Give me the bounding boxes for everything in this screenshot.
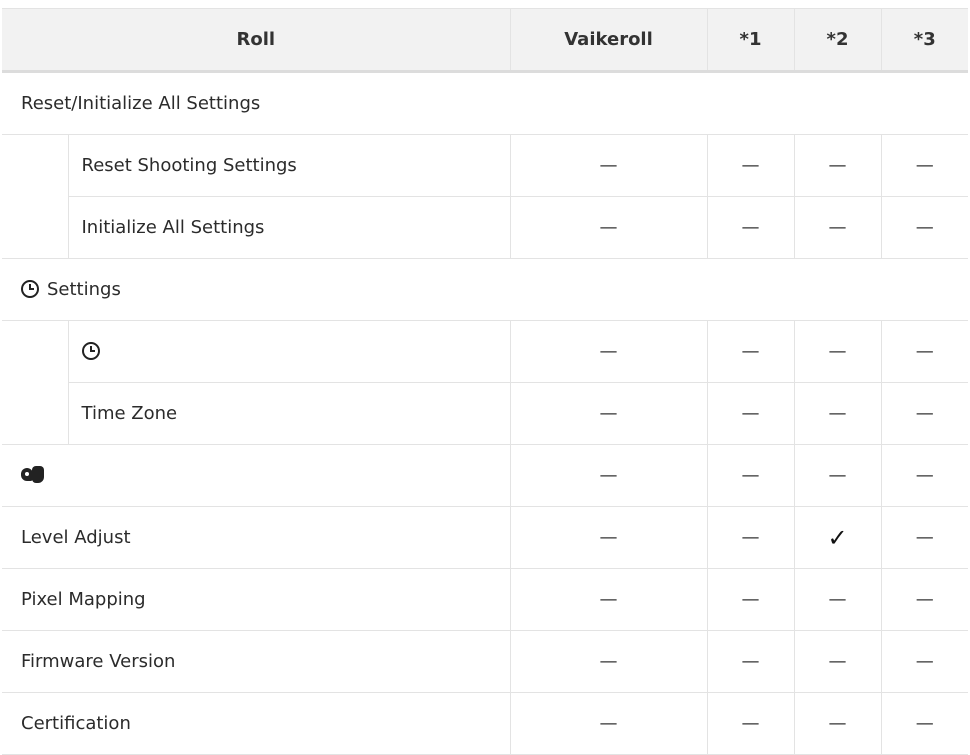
cell-col3: — (880, 320, 969, 383)
indent-cell (2, 135, 68, 197)
cell-col1: — (706, 444, 795, 507)
table-row: Time Zone — — — — (2, 382, 969, 445)
header-col1: *1 (706, 8, 795, 73)
cell-col2: — (793, 320, 882, 383)
clock-icon (81, 342, 100, 360)
section-row-clock: Settings (2, 258, 969, 321)
cell-vaikeroll: — (509, 320, 708, 383)
table-header-row: Roll Vaikeroll *1 *2 *3 (2, 8, 969, 73)
cell-col3: — (880, 506, 969, 569)
cell-col2: — (793, 134, 882, 197)
cell-vaikeroll: — (509, 568, 708, 631)
cell-col3: — (880, 134, 969, 197)
language-icon (21, 466, 45, 484)
table-row: — — — — (2, 444, 969, 507)
cell-col3: — (880, 444, 969, 507)
cell-col2: — (793, 196, 882, 259)
cell-col2: — (793, 630, 882, 693)
header-vaikeroll: Vaikeroll (509, 8, 708, 73)
settings-table: Roll Vaikeroll *1 *2 *3 Reset/Initialize… (2, 8, 969, 755)
cell-col2: — (793, 692, 882, 755)
row-label (67, 320, 511, 383)
cell-col3: — (880, 196, 969, 259)
cell-vaikeroll: — (509, 382, 708, 445)
row-label: Reset Shooting Settings (67, 134, 511, 197)
table-row: Certification — — — — (2, 692, 969, 755)
table-row: Firmware Version — — — — (2, 630, 969, 693)
cell-col1: — (706, 568, 795, 631)
table-row: Reset Shooting Settings — — — — (2, 134, 969, 197)
section-title-clock: Settings (2, 258, 969, 321)
header-roll: Roll (2, 8, 511, 73)
table-row: Initialize All Settings — — — — (2, 196, 969, 259)
row-label: Certification (2, 692, 511, 755)
cell-vaikeroll: — (509, 692, 708, 755)
cell-col3: — (880, 568, 969, 631)
indent-cell (2, 321, 68, 383)
row-label (2, 444, 511, 507)
indent-cell (2, 196, 68, 259)
row-label: Initialize All Settings (67, 196, 511, 259)
cell-col3: — (880, 630, 969, 693)
section-title-clock-text: Settings (47, 279, 121, 300)
section-title-reset: Reset/Initialize All Settings (2, 71, 969, 135)
row-label: Level Adjust (2, 506, 511, 569)
cell-col3: — (880, 692, 969, 755)
cell-vaikeroll: — (509, 630, 708, 693)
cell-col3: — (880, 382, 969, 445)
cell-vaikeroll: — (509, 134, 708, 197)
table-row: Pixel Mapping — — — — (2, 568, 969, 631)
cell-col1: — (706, 320, 795, 383)
table-row: — — — — (2, 320, 969, 383)
table-row: Level Adjust — — ✓ — (2, 506, 969, 569)
row-label: Time Zone (67, 382, 511, 445)
indent-cell (2, 382, 68, 445)
cell-col1: — (706, 692, 795, 755)
header-col2: *2 (793, 8, 882, 73)
cell-col2: — (793, 568, 882, 631)
cell-col1: — (706, 134, 795, 197)
check-icon: ✓ (793, 506, 882, 569)
cell-col1: — (706, 630, 795, 693)
cell-col2: — (793, 444, 882, 507)
clock-icon (21, 280, 39, 298)
cell-col1: — (706, 506, 795, 569)
header-col3: *3 (880, 8, 969, 73)
cell-col1: — (706, 196, 795, 259)
section-row-reset: Reset/Initialize All Settings (2, 71, 969, 135)
cell-vaikeroll: — (509, 444, 708, 507)
cell-vaikeroll: — (509, 196, 708, 259)
cell-col2: — (793, 382, 882, 445)
row-label: Firmware Version (2, 630, 511, 693)
cell-vaikeroll: — (509, 506, 708, 569)
cell-col1: — (706, 382, 795, 445)
row-label: Pixel Mapping (2, 568, 511, 631)
